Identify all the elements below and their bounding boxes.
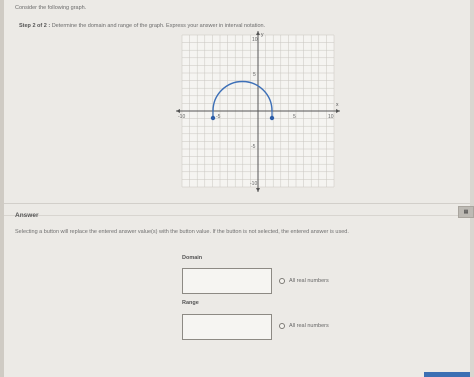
x-tick-neg5: -5	[216, 114, 221, 120]
graph-svg: x y -10 -5 5 10 10 5 -5 -10	[176, 31, 340, 192]
domain-input[interactable]	[182, 268, 272, 294]
range-input[interactable]	[182, 314, 272, 340]
step-label: Step 2 of 2 :	[19, 23, 51, 29]
range-option-label: All real numbers	[289, 323, 329, 329]
step-heading: Step 2 of 2 : Determine the domain and r…	[19, 23, 265, 29]
x-axis-label: x	[336, 102, 339, 108]
y-axis-bottom-arrow	[256, 188, 260, 192]
calculator-button[interactable]: ▦	[458, 206, 474, 218]
y-axis-top-arrow	[256, 31, 260, 35]
section-divider	[4, 203, 470, 204]
range-all-real-option[interactable]: All real numbers	[279, 323, 329, 329]
y-tick-5: 5	[253, 72, 256, 78]
domain-all-real-option[interactable]: All real numbers	[279, 278, 329, 284]
x-tick-10: 10	[328, 114, 334, 120]
answer-instructions: Selecting a button will replace the ente…	[15, 229, 349, 235]
y-tick-10: 10	[252, 37, 258, 43]
submit-button[interactable]	[424, 372, 470, 377]
domain-radio[interactable]	[279, 278, 285, 284]
x-tick-neg10: -10	[178, 114, 185, 120]
answer-divider	[4, 215, 470, 216]
y-tick-neg5: -5	[251, 144, 256, 150]
domain-label: Domain	[182, 255, 203, 261]
range-label: Range	[182, 300, 199, 306]
left-endpoint-dot	[210, 115, 216, 121]
x-axis-left-arrow	[176, 109, 180, 113]
graph: x y -10 -5 5 10 10 5 -5 -10	[174, 30, 344, 200]
question-prompt: Consider the following graph.	[15, 5, 87, 11]
answer-heading: Answer	[15, 212, 39, 219]
right-endpoint-dot	[269, 115, 275, 121]
y-tick-neg10: -10	[250, 181, 257, 187]
x-axis-right-arrow	[336, 109, 340, 113]
range-radio[interactable]	[279, 323, 285, 329]
question-panel: Consider the following graph. Step 2 of …	[4, 0, 474, 377]
step-text: Determine the domain and range of the gr…	[51, 23, 266, 29]
domain-option-label: All real numbers	[289, 278, 329, 284]
x-tick-5: 5	[293, 114, 296, 120]
